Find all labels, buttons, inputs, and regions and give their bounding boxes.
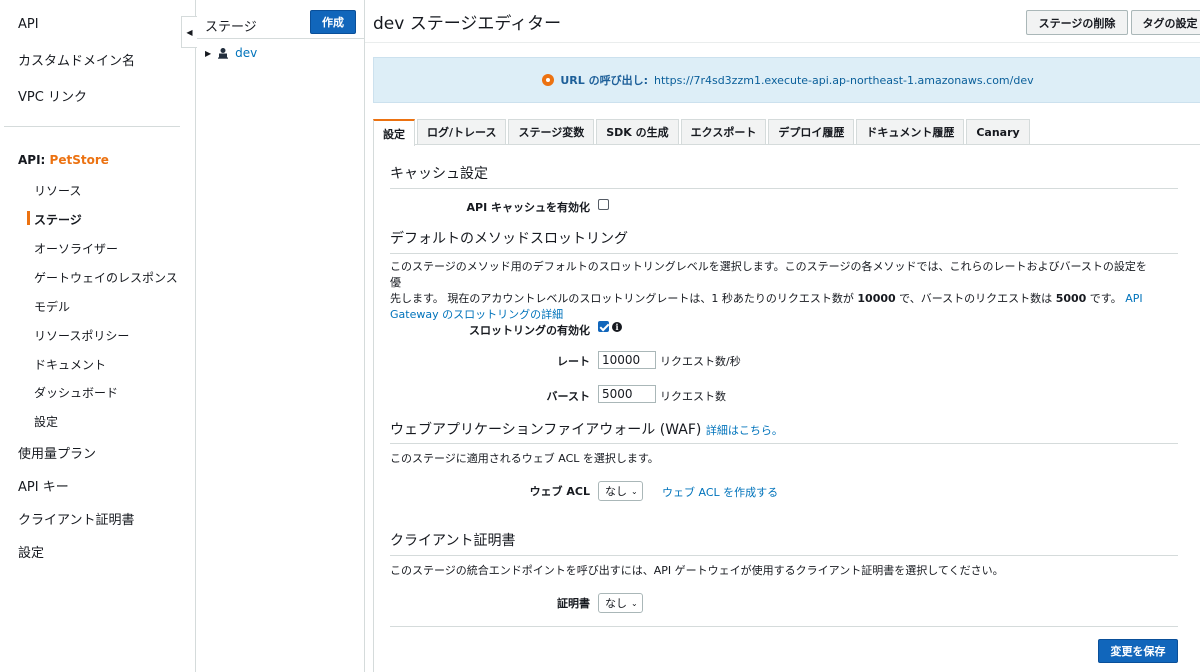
burst-unit: リクエスト数 bbox=[660, 390, 726, 403]
nav-sub-resource-policy[interactable]: リソースポリシー bbox=[34, 327, 129, 344]
tab-documentation-history[interactable]: ドキュメント履歴 bbox=[856, 119, 965, 144]
burst-input[interactable] bbox=[598, 385, 656, 403]
nav-api-name: PetStore bbox=[49, 153, 109, 167]
settings-panel bbox=[373, 144, 1200, 672]
nav-sub-documentation[interactable]: ドキュメント bbox=[34, 356, 106, 373]
rate-unit: リクエスト数/秒 bbox=[660, 355, 741, 368]
info-icon[interactable]: i bbox=[612, 322, 622, 332]
section-divider bbox=[390, 626, 1178, 627]
cache-section-title: キャッシュ設定 bbox=[390, 166, 488, 182]
chevron-left-icon: ◀ bbox=[186, 27, 193, 37]
nav-item-vpc-link[interactable]: VPC リンク bbox=[18, 86, 87, 105]
section-divider bbox=[390, 555, 1178, 556]
create-stage-button[interactable]: 作成 bbox=[310, 10, 356, 34]
throttling-enable-label: スロットリングの有効化 bbox=[469, 324, 590, 337]
stage-panel-title: ステージ bbox=[205, 20, 257, 35]
cert-label: 証明書 bbox=[557, 597, 590, 610]
save-changes-button[interactable]: 変更を保存 bbox=[1098, 639, 1178, 663]
stage-tree-label: dev bbox=[235, 46, 258, 60]
nav-item-api[interactable]: API bbox=[18, 17, 39, 32]
invoke-url-link[interactable]: https://7r4sd3zzm1.execute-api.ap-northe… bbox=[654, 74, 1034, 87]
throttling-desc-line1: このステージのメソッド用のデフォルトのスロットリングレベルを選択します。このステ… bbox=[390, 260, 1147, 289]
web-acl-select[interactable]: なし ⌄ bbox=[598, 481, 643, 501]
nav-sub-models[interactable]: モデル bbox=[34, 298, 70, 315]
nav-sub-gateway-responses[interactable]: ゲートウェイのレスポンス bbox=[34, 269, 178, 286]
nav-divider bbox=[4, 126, 180, 127]
waf-title-text: ウェブアプリケーションファイアウォール (WAF) bbox=[390, 422, 702, 438]
tab-logs-tracing[interactable]: ログ/トレース bbox=[417, 119, 507, 144]
tab-canary[interactable]: Canary bbox=[966, 119, 1030, 144]
nav-active-indicator bbox=[27, 211, 30, 225]
nav-item-client-certs[interactable]: クライアント証明書 bbox=[18, 509, 134, 528]
info-dot-icon bbox=[542, 74, 555, 86]
tab-export[interactable]: エクスポート bbox=[680, 119, 767, 144]
tab-stage-variables[interactable]: ステージ変数 bbox=[508, 119, 595, 144]
throttling-desc-line2b: で、バーストのリクエスト数は bbox=[895, 292, 1056, 305]
burst-label: バースト bbox=[546, 390, 590, 403]
invoke-url-banner: URL の呼び出し: https://7r4sd3zzm1.execute-ap… bbox=[373, 57, 1200, 103]
nav-sub-authorizers[interactable]: オーソライザー bbox=[34, 240, 118, 257]
create-web-acl-link[interactable]: ウェブ ACL を作成する bbox=[662, 484, 778, 500]
nav-sub-stages[interactable]: ステージ bbox=[34, 211, 82, 228]
throttling-section-title: デフォルトのメソッドスロットリング bbox=[390, 231, 628, 247]
stage-panel-divider bbox=[197, 38, 365, 39]
cert-select-value: なし bbox=[605, 597, 627, 610]
chevron-down-icon: ⌄ bbox=[631, 598, 638, 608]
throttling-desc-line2c: です。 bbox=[1086, 292, 1126, 305]
stage-tabs: 設定 ログ/トレース ステージ変数 SDK の生成 エクスポート デプロイ履歴 … bbox=[373, 119, 1032, 146]
web-acl-select-value: なし bbox=[605, 485, 627, 498]
nav-item-api-keys[interactable]: API キー bbox=[18, 476, 69, 495]
nav-api-header[interactable]: API: PetStore bbox=[18, 153, 109, 167]
cache-enable-label: API キャッシュを有効化 bbox=[466, 201, 591, 214]
section-divider bbox=[390, 253, 1178, 254]
tab-sdk-generation[interactable]: SDK の生成 bbox=[596, 119, 679, 144]
stage-icon bbox=[218, 48, 229, 59]
rate-input[interactable] bbox=[598, 351, 656, 369]
nav-item-settings[interactable]: 設定 bbox=[18, 542, 44, 561]
rate-label: レート bbox=[557, 355, 590, 368]
nav-item-custom-domain[interactable]: カスタムドメイン名 bbox=[18, 50, 135, 69]
stage-tree-item-dev[interactable]: ▶ dev bbox=[205, 46, 257, 60]
throttling-desc-line2a: 先します。 現在のアカウントレベルのスロットリングレートは、1 秒あたりのリクエ… bbox=[390, 292, 858, 305]
nav-sub-resources[interactable]: リソース bbox=[34, 182, 81, 199]
delete-stage-button[interactable]: ステージの削除 bbox=[1026, 10, 1128, 35]
throttling-desc-burst: 5000 bbox=[1055, 292, 1087, 305]
left-navigation: API カスタムドメイン名 VPC リンク API: PetStore リソース… bbox=[0, 0, 196, 672]
throttling-docs-link-part2[interactable]: Gateway のスロットリングの詳細 bbox=[390, 308, 563, 321]
nav-item-usage-plans[interactable]: 使用量プラン bbox=[18, 443, 96, 462]
chevron-down-icon: ⌄ bbox=[631, 486, 638, 496]
tab-settings[interactable]: 設定 bbox=[373, 119, 415, 146]
waf-details-link[interactable]: 詳細はこちら。 bbox=[706, 424, 783, 437]
web-acl-label: ウェブ ACL bbox=[529, 485, 590, 498]
tab-deployment-history[interactable]: デプロイ履歴 bbox=[768, 119, 855, 144]
waf-section-title: ウェブアプリケーションファイアウォール (WAF) 詳細はこちら。 bbox=[390, 419, 783, 439]
main-content: dev ステージエディター ステージの削除 タグの設定 URL の呼び出し: h… bbox=[365, 0, 1200, 672]
collapse-nav-button[interactable]: ◀ bbox=[181, 16, 197, 48]
section-divider bbox=[390, 443, 1178, 444]
cert-select[interactable]: なし ⌄ bbox=[598, 593, 643, 613]
section-divider bbox=[390, 188, 1178, 189]
client-cert-description: このステージの統合エンドポイントを呼び出すには、API ゲートウェイが使用するク… bbox=[390, 564, 1004, 577]
nav-sub-settings[interactable]: 設定 bbox=[34, 413, 58, 430]
client-cert-section-title: クライアント証明書 bbox=[390, 533, 516, 549]
configure-tags-button[interactable]: タグの設定 bbox=[1131, 10, 1200, 35]
invoke-url-label: URL の呼び出し: bbox=[560, 74, 649, 87]
throttling-docs-link-part1[interactable]: API bbox=[1125, 292, 1142, 305]
page-title: dev ステージエディター bbox=[373, 14, 562, 34]
waf-description: このステージに適用されるウェブ ACL を選択します。 bbox=[390, 452, 659, 465]
throttling-enable-checkbox[interactable] bbox=[598, 321, 609, 332]
title-divider bbox=[365, 42, 1200, 43]
caret-right-icon[interactable]: ▶ bbox=[205, 49, 211, 58]
throttling-desc-rate: 10000 bbox=[857, 292, 896, 305]
cache-enable-checkbox[interactable] bbox=[598, 199, 609, 210]
nav-api-prefix: API: bbox=[18, 153, 50, 167]
nav-sub-dashboard[interactable]: ダッシュボード bbox=[34, 384, 118, 401]
throttling-description: このステージのメソッド用のデフォルトのスロットリングレベルを選択します。このステ… bbox=[390, 259, 1150, 323]
stage-panel: ステージ 作成 ▶ dev bbox=[197, 0, 365, 672]
